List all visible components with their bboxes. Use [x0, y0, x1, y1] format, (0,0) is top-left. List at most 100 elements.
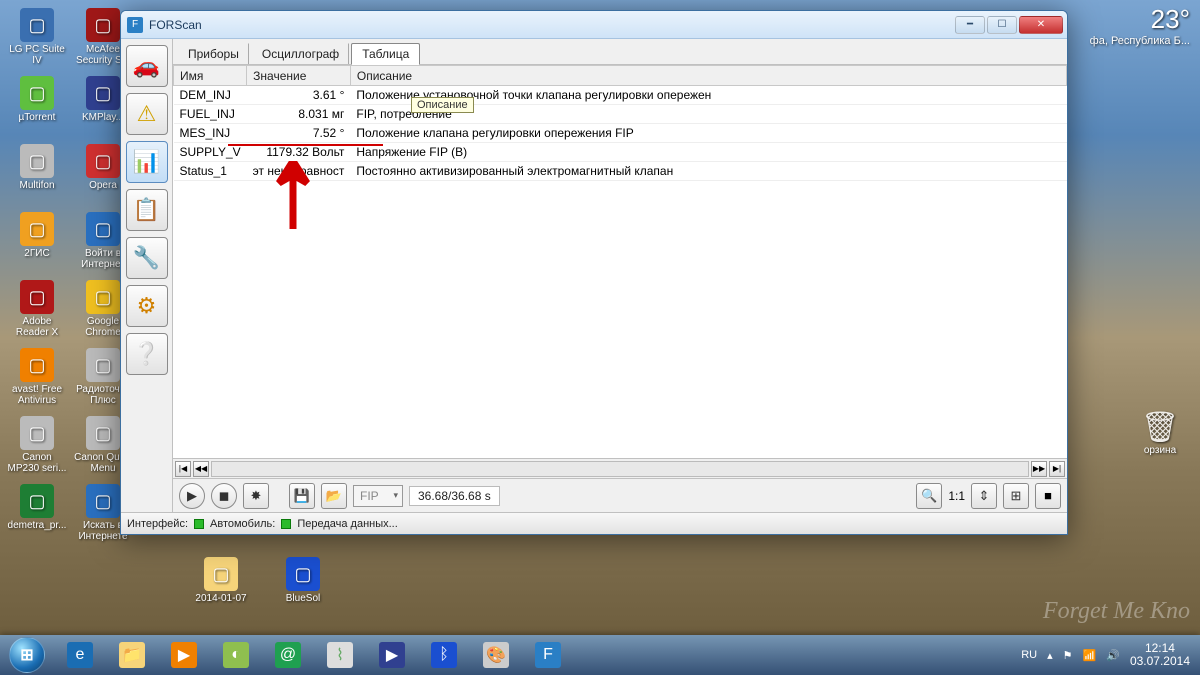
- col-header[interactable]: Описание: [350, 66, 1066, 86]
- rec-button[interactable]: ■: [1035, 483, 1061, 509]
- cell-value: 3.61 °: [247, 86, 351, 105]
- tray-lang[interactable]: RU: [1021, 649, 1037, 661]
- app-icon: ▢: [86, 144, 120, 178]
- desktop-icon[interactable]: ▢2014-01-07: [190, 557, 252, 617]
- minimize-button[interactable]: ━: [955, 16, 985, 34]
- wallpaper-watermark: Forget Me Kno: [1043, 598, 1190, 625]
- recycle-bin[interactable]: 🗑 орзина: [1130, 410, 1190, 456]
- desktop-icon[interactable]: ▢Adobe Reader X: [6, 280, 68, 340]
- col-header[interactable]: Имя: [174, 66, 247, 86]
- sidebar-tests-button[interactable]: 📋: [126, 189, 168, 231]
- seek-back-button[interactable]: ◀◀: [193, 461, 209, 477]
- sidebar-pid-button[interactable]: 📊: [126, 141, 168, 183]
- close-button[interactable]: ✕: [1019, 16, 1063, 34]
- header-tooltip: Описание: [411, 97, 474, 113]
- sidebar-help-button[interactable]: ❔: [126, 333, 168, 375]
- desktop-icon[interactable]: ▢Canon MP230 seri...: [6, 416, 68, 476]
- axis-button[interactable]: ⇕: [971, 483, 997, 509]
- sidebar-info-button[interactable]: 🚗: [126, 45, 168, 87]
- taskbar-app1[interactable]: ◐: [211, 636, 261, 674]
- desktop-icons: ▢LG PC Suite IV▢McAfee Security S...▢µTo…: [6, 8, 134, 552]
- cell-name: MES_INJ: [174, 124, 247, 143]
- tray-flag-icon[interactable]: ⚑: [1063, 649, 1073, 662]
- desktop-icon[interactable]: ▢ Multifon: [6, 144, 68, 204]
- seek-end-button[interactable]: ▶|: [1049, 461, 1065, 477]
- taskbar-km[interactable]: ▶: [367, 636, 417, 674]
- toolbar: ▶ ◼ ✸ 💾 📂 FIP 36.68/36.68 s 🔍 1:1 ⇕ ⊞ ■: [173, 478, 1067, 512]
- icon-label: µTorrent: [19, 112, 56, 123]
- main-panel: ПриборыОсциллографТаблица ИмяЗначениеОпи…: [173, 39, 1067, 512]
- open-button[interactable]: 📂: [321, 483, 347, 509]
- desktop-icon[interactable]: ▢avast! Free Antivirus: [6, 348, 68, 408]
- tabs: ПриборыОсциллографТаблица: [173, 39, 1067, 65]
- status-data-label: Передача данных...: [297, 518, 397, 530]
- table-row[interactable]: DEM_INJ3.61 °Положение установочной точк…: [174, 86, 1067, 105]
- zoom-button[interactable]: 🔍: [916, 483, 942, 509]
- taskbar-wmp[interactable]: ▶: [159, 636, 209, 674]
- time-display: 36.68/36.68 s: [409, 486, 500, 506]
- module-combo[interactable]: FIP: [353, 485, 403, 507]
- seek-start-button[interactable]: |◀: [175, 461, 191, 477]
- maximize-button[interactable]: ☐: [987, 16, 1017, 34]
- sidebar-service-button[interactable]: 🔧: [126, 237, 168, 279]
- desktop-icon[interactable]: ▢LG PC Suite IV: [6, 8, 68, 68]
- cell-name: FUEL_INJ: [174, 105, 247, 124]
- statusbar: Интерфейс: Автомобиль: Передача данных..…: [121, 512, 1067, 534]
- app-icon: ▢: [286, 557, 320, 591]
- app-icon: ▢: [86, 76, 120, 110]
- taskbar-ie[interactable]: e: [55, 636, 105, 674]
- trash-icon: 🗑: [1130, 410, 1190, 445]
- car-led-icon: [281, 519, 291, 529]
- taskbar-mail[interactable]: @: [263, 636, 313, 674]
- stop-button[interactable]: ◼: [211, 483, 237, 509]
- play-button[interactable]: ▶: [179, 483, 205, 509]
- icon-label: Adobe Reader X: [6, 316, 68, 338]
- taskbar-paint[interactable]: 🎨: [471, 636, 521, 674]
- app-icon: ▢: [20, 280, 54, 314]
- tray-arrow-icon[interactable]: ▴: [1047, 649, 1053, 662]
- icon-label: avast! Free Antivirus: [6, 384, 68, 406]
- tab-1[interactable]: Осциллограф: [251, 43, 349, 64]
- seek-fwd-button[interactable]: ▶▶: [1031, 461, 1047, 477]
- weather-widget[interactable]: 23° фа, Республика Б...: [1090, 4, 1190, 47]
- tab-2[interactable]: Таблица: [351, 43, 420, 65]
- save-button[interactable]: 💾: [289, 483, 315, 509]
- icon-label: demetra_pr...: [8, 520, 67, 531]
- icon-label: Multifon: [19, 180, 54, 191]
- app-icon: ▢: [20, 484, 54, 518]
- app-icon: ▢: [86, 416, 120, 450]
- tray-vol-icon[interactable]: 🔊: [1106, 649, 1120, 662]
- tab-0[interactable]: Приборы: [177, 43, 249, 64]
- hscroll-track[interactable]: [211, 461, 1029, 477]
- icon-label: 2ГИС: [24, 248, 49, 259]
- sidebar-config-button[interactable]: ⚙: [126, 285, 168, 327]
- icon-label: KMPlay...: [82, 112, 124, 123]
- cell-desc: Положение клапана регулировки опережения…: [350, 124, 1066, 143]
- taskbar-explorer[interactable]: 📁: [107, 636, 157, 674]
- taskbar-bt[interactable]: ᛒ: [419, 636, 469, 674]
- app-icon: ▢: [20, 348, 54, 382]
- desktop-icon[interactable]: ▢ demetra_pr...: [6, 484, 68, 544]
- desktop-icon[interactable]: ▢ µTorrent: [6, 76, 68, 136]
- tray-clock[interactable]: 12:14 03.07.2014: [1130, 642, 1190, 668]
- app-icon: ▢: [20, 76, 54, 110]
- desktop-icon[interactable]: ▢2ГИС: [6, 212, 68, 272]
- tray-net-icon[interactable]: 📶: [1083, 649, 1097, 662]
- start-button[interactable]: ⊞: [0, 635, 54, 675]
- settings-button[interactable]: ✸: [243, 483, 269, 509]
- icon-label: BlueSol: [286, 593, 320, 604]
- taskbar-forscan[interactable]: F: [523, 636, 573, 674]
- taskbar-wifi[interactable]: ⌇: [315, 636, 365, 674]
- system-tray[interactable]: RU ▴ ⚑ 📶 🔊 12:14 03.07.2014: [1011, 642, 1200, 668]
- titlebar[interactable]: F FORScan ━ ☐ ✕: [121, 11, 1067, 39]
- desktop-icon[interactable]: ▢ BlueSol: [272, 557, 334, 617]
- windows-logo-icon: ⊞: [9, 637, 45, 673]
- app-icon: F: [127, 17, 143, 33]
- sidebar-dtc-button[interactable]: ⚠: [126, 93, 168, 135]
- table-row[interactable]: MES_INJ7.52 °Положение клапана регулиров…: [174, 124, 1067, 143]
- app-icon: ▢: [20, 144, 54, 178]
- app-icon: ▢: [86, 212, 120, 246]
- table-row[interactable]: FUEL_INJ8.031 мгFIP, потребление: [174, 105, 1067, 124]
- grid-button[interactable]: ⊞: [1003, 483, 1029, 509]
- col-header[interactable]: Значение: [247, 66, 351, 86]
